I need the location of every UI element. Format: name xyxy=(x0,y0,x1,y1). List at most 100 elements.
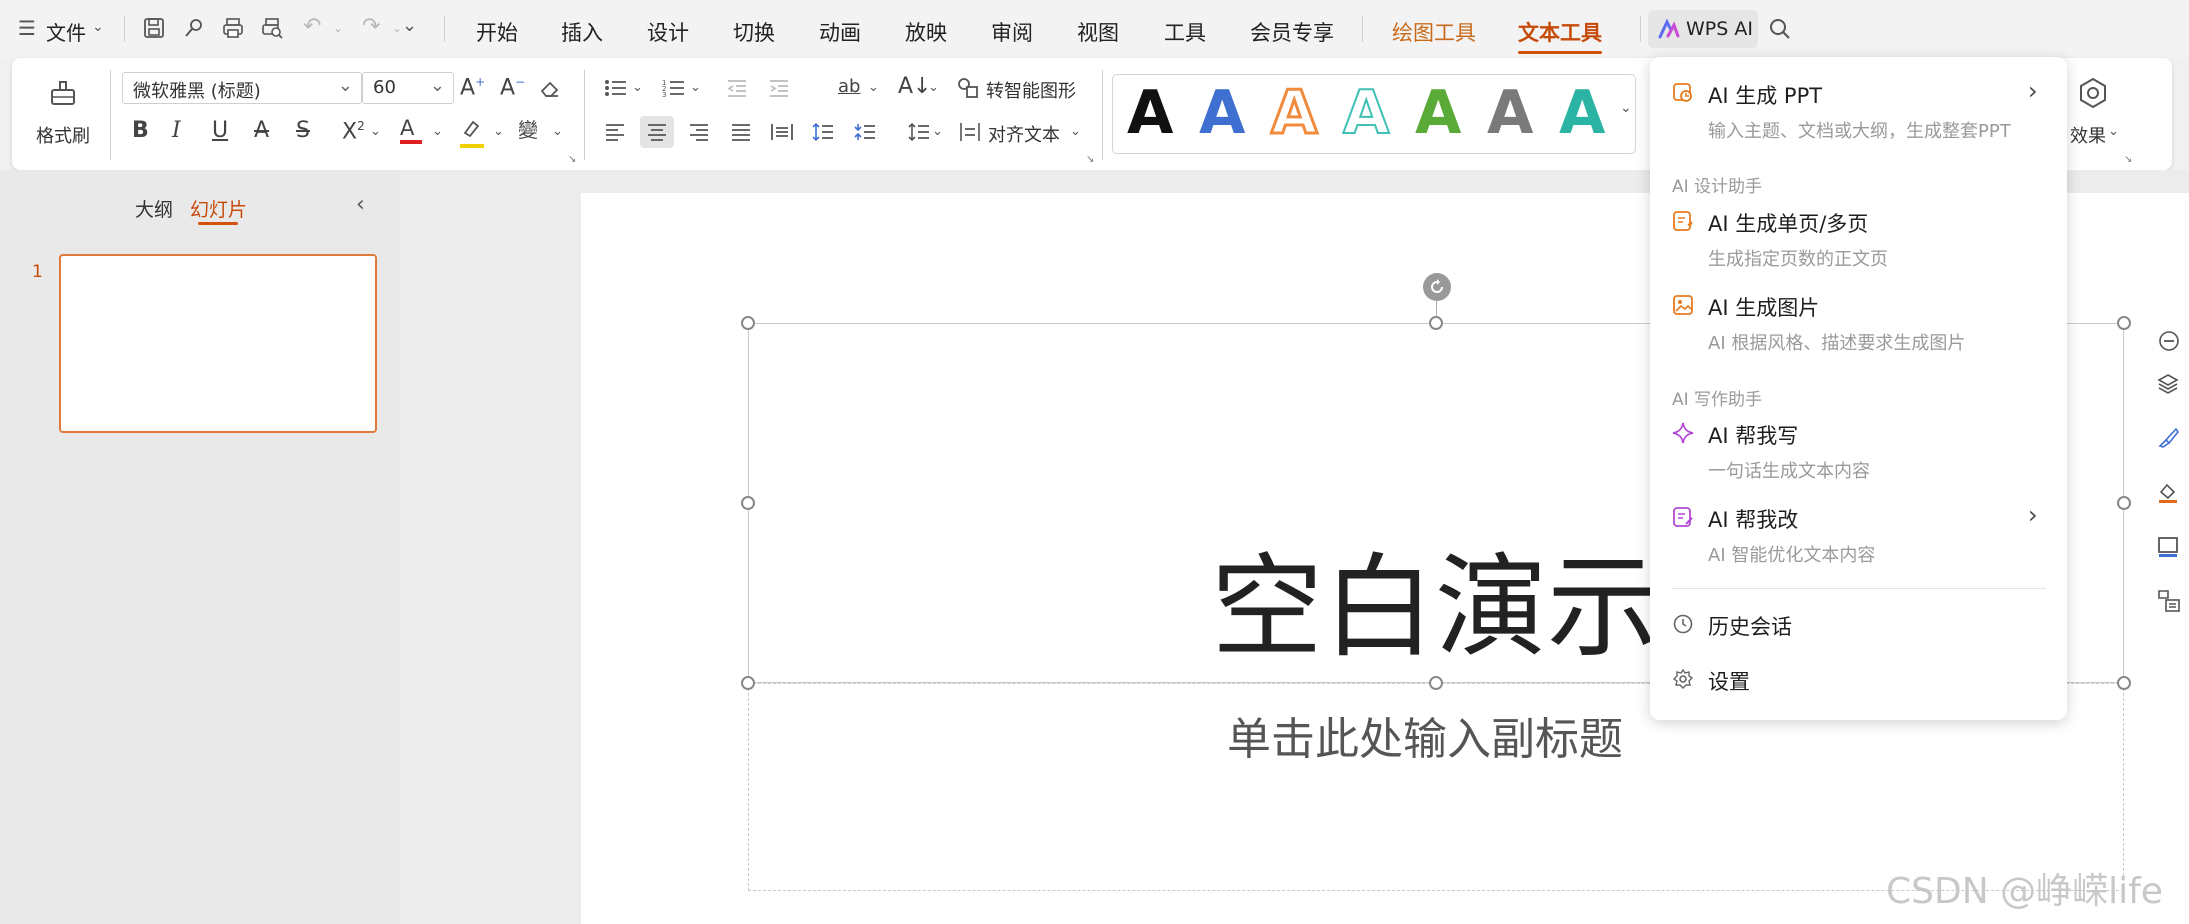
font-increase-icon[interactable]: A+ xyxy=(460,76,485,99)
tab-drawing-tools[interactable]: 绘图工具 xyxy=(1392,17,1476,47)
paragraph-spacing-icon[interactable] xyxy=(854,122,876,146)
decrease-indent-icon[interactable] xyxy=(726,78,748,102)
align-text-icon[interactable] xyxy=(958,120,982,148)
text-style-black[interactable]: A xyxy=(1127,83,1173,143)
bullet-list-icon[interactable] xyxy=(604,78,628,102)
menu-item-generate-image[interactable]: AI 生成图片 AI 根据风格、描述要求生成图片 xyxy=(1650,289,2067,371)
rotate-handle[interactable] xyxy=(1423,273,1451,301)
outline-icon[interactable] xyxy=(2156,534,2180,562)
tab-outline[interactable]: 大纲 xyxy=(135,195,173,222)
resize-handle-left[interactable] xyxy=(741,496,755,510)
numbered-list-icon[interactable]: 123 xyxy=(662,78,686,102)
text-style-orange-outline[interactable]: A xyxy=(1269,82,1318,145)
text-style-blue[interactable]: A xyxy=(1199,83,1245,143)
menu-item-help-write[interactable]: AI 帮我写 一句话生成文本内容 xyxy=(1650,417,2067,499)
resize-handle-bottom-left[interactable] xyxy=(741,676,755,690)
chevron-down-icon[interactable]: ⌄ xyxy=(690,80,701,95)
redo-chevron-icon[interactable]: ⌄ xyxy=(392,22,402,34)
chevron-down-icon[interactable]: ⌄ xyxy=(92,20,104,34)
align-center-button[interactable] xyxy=(640,116,674,148)
menu-item-generate-ppt[interactable]: AI 生成 PPT 输入主题、文档或大纲，生成整套PPT › xyxy=(1650,77,2067,159)
underline-icon[interactable]: U xyxy=(212,120,228,142)
tab-text-tools[interactable]: 文本工具 xyxy=(1518,17,1602,54)
resize-handle-top[interactable] xyxy=(1429,316,1443,330)
text-style-teal-gradient[interactable]: A xyxy=(1559,83,1605,143)
slide-subtitle[interactable]: 单击此处输入副标题 xyxy=(1227,703,1623,767)
font-name-select[interactable]: 微软雅黑 (标题) ⌄ xyxy=(122,72,362,104)
tab-slides[interactable]: 幻灯片 xyxy=(190,195,247,222)
slide-title[interactable]: 空白演示 xyxy=(1211,541,1659,675)
fill-icon[interactable] xyxy=(2156,480,2180,508)
align-left-icon[interactable] xyxy=(604,122,626,146)
resize-handle-top-left[interactable] xyxy=(741,316,755,330)
spacing-options-icon[interactable] xyxy=(908,122,930,146)
line-direction-icon[interactable]: A↓ xyxy=(898,76,931,98)
text-style-green[interactable]: A xyxy=(1415,83,1461,143)
paragraph-dialog-launcher-icon[interactable]: ↘ xyxy=(1086,154,1094,165)
text-style-teal-outline[interactable]: A xyxy=(1342,82,1390,144)
strikethrough-icon[interactable]: A xyxy=(254,120,269,142)
tab-view[interactable]: 视图 xyxy=(1077,17,1119,47)
resize-handle-bottom-right[interactable] xyxy=(2117,676,2131,690)
tab-design[interactable]: 设计 xyxy=(647,17,689,47)
hamburger-icon[interactable]: ☰ xyxy=(18,18,36,38)
resize-handle-top-right[interactable] xyxy=(2117,316,2131,330)
tab-home[interactable]: 开始 xyxy=(476,17,518,47)
effects-icon[interactable] xyxy=(2076,76,2110,114)
increase-indent-icon[interactable] xyxy=(768,78,790,102)
font-dialog-launcher-icon[interactable]: ↘ xyxy=(568,154,576,165)
highlight-button[interactable] xyxy=(460,118,484,148)
tab-slideshow[interactable]: 放映 xyxy=(905,17,947,47)
line-spacing-icon[interactable] xyxy=(812,122,834,146)
customize-chevron-icon[interactable]: ⌄ xyxy=(402,17,417,35)
text-style-gray[interactable]: A xyxy=(1487,83,1533,143)
search-icon[interactable] xyxy=(1768,17,1792,45)
tab-animation[interactable]: 动画 xyxy=(819,17,861,47)
save-icon[interactable] xyxy=(142,16,166,44)
chevron-down-icon[interactable]: ⌄ xyxy=(1070,124,1081,139)
chevron-down-icon[interactable]: ⌄ xyxy=(370,124,381,139)
smart-shape-icon[interactable] xyxy=(956,76,980,104)
resize-handle-bottom[interactable] xyxy=(1429,676,1443,690)
slide-thumbnail[interactable] xyxy=(59,254,377,433)
tab-tools[interactable]: 工具 xyxy=(1164,17,1206,47)
menu-item-settings[interactable]: 设置 xyxy=(1650,665,2067,701)
chevron-down-icon[interactable]: ⌄ xyxy=(493,124,504,139)
shape-format-icon[interactable] xyxy=(2156,588,2182,618)
resize-handle-right[interactable] xyxy=(2117,496,2131,510)
chevron-down-icon[interactable]: ⌄ xyxy=(928,80,939,95)
justify-icon[interactable] xyxy=(730,122,752,146)
distribute-icon[interactable] xyxy=(770,122,794,146)
shadow-text-icon[interactable]: S xyxy=(296,120,310,142)
tab-member[interactable]: 会员专享 xyxy=(1250,17,1334,47)
share-icon[interactable] xyxy=(182,16,206,44)
print-preview-icon[interactable] xyxy=(260,16,284,44)
align-text-label[interactable]: 对齐文本 xyxy=(988,121,1060,147)
undo-chevron-icon[interactable]: ⌄ xyxy=(333,22,343,34)
tab-transition[interactable]: 切换 xyxy=(733,17,775,47)
file-menu[interactable]: 文件 xyxy=(46,17,86,46)
gallery-more-icon[interactable]: ⌄ xyxy=(1620,100,1632,116)
font-color-button[interactable]: A xyxy=(400,118,422,144)
layers-icon[interactable] xyxy=(2156,372,2180,400)
menu-item-history[interactable]: 历史会话 xyxy=(1650,610,2067,646)
print-icon[interactable] xyxy=(221,16,245,44)
italic-icon[interactable]: I xyxy=(172,120,181,142)
font-decrease-icon[interactable]: A− xyxy=(500,76,525,99)
chevron-down-icon[interactable]: ⌄ xyxy=(432,124,443,139)
text-direction-icon[interactable]: ab xyxy=(838,76,860,97)
format-painter-label[interactable]: 格式刷 xyxy=(36,122,90,148)
effects-label[interactable]: 效果 xyxy=(2070,122,2106,148)
collapse-pane-icon[interactable]: ‹ xyxy=(356,192,365,217)
font-size-select[interactable]: 60 ⌄ xyxy=(362,72,454,104)
smart-shape-label[interactable]: 转智能图形 xyxy=(986,77,1076,103)
format-painter-icon[interactable] xyxy=(46,76,80,114)
clear-format-icon[interactable] xyxy=(538,76,562,104)
chevron-down-icon[interactable]: ⌄ xyxy=(552,124,563,139)
tab-review[interactable]: 审阅 xyxy=(991,17,1033,47)
superscript-icon[interactable]: X2 xyxy=(342,120,365,143)
redo-icon[interactable]: ↷ xyxy=(362,16,380,38)
zoom-out-icon[interactable] xyxy=(2158,330,2180,358)
menu-item-help-edit[interactable]: AI 帮我改 AI 智能优化文本内容 › xyxy=(1650,501,2067,583)
bold-icon[interactable]: B xyxy=(132,120,149,142)
